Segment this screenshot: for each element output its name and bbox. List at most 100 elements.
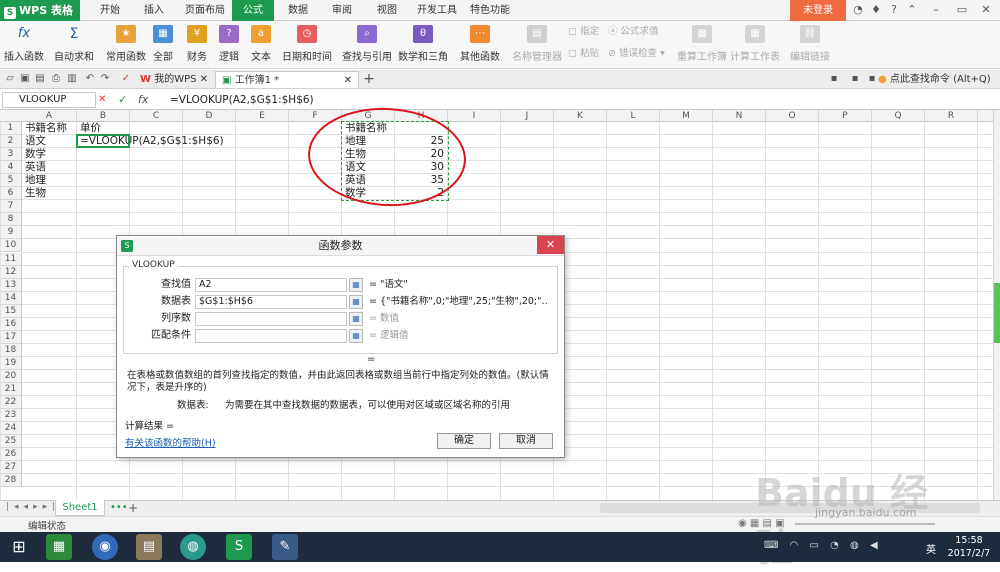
cancel-formula-button[interactable]: ✕ [98, 92, 110, 108]
param-input-lookup-value[interactable]: A2 [195, 278, 347, 292]
column-header[interactable]: J [501, 110, 554, 122]
column-header[interactable]: Q [872, 110, 925, 122]
row-header[interactable]: 18 [0, 343, 22, 357]
cell-A3[interactable]: 数学 [25, 148, 46, 161]
edit-links-button[interactable]: ⛓ 编辑链接 [788, 23, 832, 67]
row-header[interactable]: 12 [0, 265, 22, 279]
wps-taskbar-icon[interactable]: S [226, 534, 252, 560]
cell-A6[interactable]: 生物 [25, 187, 46, 200]
text-button[interactable]: a 文本 [248, 23, 274, 67]
param-input-table[interactable]: $G$1:$H$6 [195, 295, 347, 309]
column-header[interactable]: C [130, 110, 183, 122]
column-header[interactable]: P [819, 110, 872, 122]
help-link[interactable]: 有关该函数的帮助(H) [125, 435, 216, 449]
close-tab-icon[interactable]: ✕ [344, 72, 352, 89]
login-button[interactable]: 未登录 [790, 0, 846, 21]
browser-icon[interactable]: ◉ [92, 534, 118, 560]
specify-button[interactable]: ▢ 指定 [568, 23, 602, 39]
formula-input[interactable]: =VLOOKUP(A2,$G$1:$H$6) [170, 92, 470, 108]
confirm-formula-button[interactable]: ✓ [118, 92, 130, 108]
windows-start-icon[interactable]: ⊞ [6, 534, 32, 560]
app-icon[interactable]: ◍ [180, 534, 206, 560]
column-header[interactable]: R [925, 110, 978, 122]
add-sheet-icon[interactable]: + [128, 500, 138, 516]
row-header[interactable]: 26 [0, 448, 22, 462]
close-icon[interactable]: ✕ [978, 2, 994, 18]
menu-icon[interactable]: ▪ [866, 73, 878, 85]
row-header[interactable]: 4 [0, 161, 22, 175]
formula-eval-button[interactable]: ⓐ 公式求值 [608, 23, 664, 39]
tab-special[interactable]: 特色功能 [470, 0, 510, 21]
recalc-workbook-button[interactable]: ▦ 重算工作簿 [676, 23, 728, 67]
files-icon[interactable]: ▤ [136, 534, 162, 560]
logic-button[interactable]: ? 逻辑 [216, 23, 242, 67]
scroll-thumb[interactable] [994, 283, 1000, 343]
row-header[interactable]: 13 [0, 278, 22, 292]
cell-A4[interactable]: 英语 [25, 161, 46, 174]
tray-icons[interactable]: ⌨ ◠ ▭ ◔ ◍ ◀ [764, 540, 934, 551]
command-search[interactable]: ● 点此查找命令 (Alt+Q) [878, 71, 991, 88]
tab-insert[interactable]: 插入 [140, 0, 168, 21]
tab-data[interactable]: 数据 [284, 0, 312, 21]
tab-workbook[interactable]: ▣ 工作簿1 * ✕ [215, 71, 359, 88]
help-icon[interactable]: ? [886, 2, 902, 18]
store-icon[interactable]: ▦ [46, 534, 72, 560]
cell-A1[interactable]: 书籍名称 [25, 122, 67, 135]
tab-home[interactable]: 开始 [96, 0, 124, 21]
column-header[interactable]: O [766, 110, 819, 122]
column-header[interactable]: L [607, 110, 660, 122]
row-header[interactable]: 20 [0, 369, 22, 383]
column-header[interactable]: A [22, 110, 77, 122]
calc-sheet-button[interactable]: ▦ 计算工作表 [730, 23, 780, 67]
row-header[interactable]: 11 [0, 252, 22, 266]
name-manager-button[interactable]: ▤ 名称管理器 [512, 23, 562, 67]
skin-icon[interactable]: ◔ [850, 2, 866, 18]
sheet-nav-arrows[interactable]: |◂◂▸▸| [6, 502, 60, 512]
new-tab-icon[interactable]: + [363, 72, 375, 86]
more-sheets-icon[interactable]: ••• [110, 500, 128, 516]
tab-review[interactable]: 审阅 [328, 0, 356, 21]
lookup-button[interactable]: ⌕ 查找与引用 [340, 23, 394, 67]
row-header[interactable]: 25 [0, 435, 22, 449]
column-header[interactable]: D [183, 110, 236, 122]
row-header[interactable]: 1 [0, 122, 22, 135]
datetime-button[interactable]: ◷ 日期和时间 [280, 23, 334, 67]
row-header[interactable]: 10 [0, 239, 22, 253]
ime-indicator[interactable]: 英 [926, 541, 936, 556]
all-functions-button[interactable]: ▦ 全部 [150, 23, 176, 67]
settings-icon[interactable]: ▪ [849, 73, 861, 85]
row-header[interactable]: 23 [0, 409, 22, 423]
paint-icon[interactable]: ✎ [272, 534, 298, 560]
error-check-button[interactable]: ⊘ 错误检查 ▾ [608, 45, 668, 61]
minimize-icon[interactable]: – [928, 2, 944, 18]
row-header[interactable]: 14 [0, 291, 22, 305]
row-header[interactable]: 24 [0, 422, 22, 436]
param-input-match[interactable] [195, 329, 347, 343]
name-box[interactable]: VLOOKUP [2, 92, 96, 108]
redo-icon[interactable]: ↷ [99, 73, 111, 85]
column-header[interactable]: E [236, 110, 289, 122]
app-menu-button[interactable]: SWPS 表格 ▾ [0, 0, 80, 38]
math-button[interactable]: θ 数学和三角 [396, 23, 450, 67]
paste-name-button[interactable]: ▢ 粘贴 [568, 45, 602, 61]
dialog-close-button[interactable]: ✕ [537, 236, 564, 254]
row-header[interactable]: 17 [0, 330, 22, 344]
collapse-range-icon[interactable]: ▦ [349, 278, 363, 292]
maximize-icon[interactable]: ▭ [954, 2, 970, 18]
tab-page-layout[interactable]: 页面布局 [180, 0, 230, 21]
cell-A2[interactable]: 语文 [25, 135, 46, 148]
column-header[interactable]: N [713, 110, 766, 122]
row-header[interactable]: 22 [0, 396, 22, 410]
insert-function-button[interactable]: fx 插入函数 [4, 23, 44, 67]
row-header[interactable]: 28 [0, 474, 22, 488]
sheet-tab-sheet1[interactable]: Sheet1 [55, 500, 105, 516]
common-functions-button[interactable]: ★ 常用函数 [100, 23, 152, 67]
row-header[interactable]: 21 [0, 383, 22, 396]
param-input-col-index[interactable] [195, 312, 347, 326]
row-header[interactable]: 3 [0, 148, 22, 162]
shirt-icon[interactable]: ♦ [868, 2, 884, 18]
tab-developer[interactable]: 开发工具 [414, 0, 460, 21]
autosum-button[interactable]: Σ 自动求和 [50, 23, 98, 67]
row-header[interactable]: 19 [0, 356, 22, 370]
minimize-ribbon-icon[interactable]: ⌃ [904, 2, 920, 18]
